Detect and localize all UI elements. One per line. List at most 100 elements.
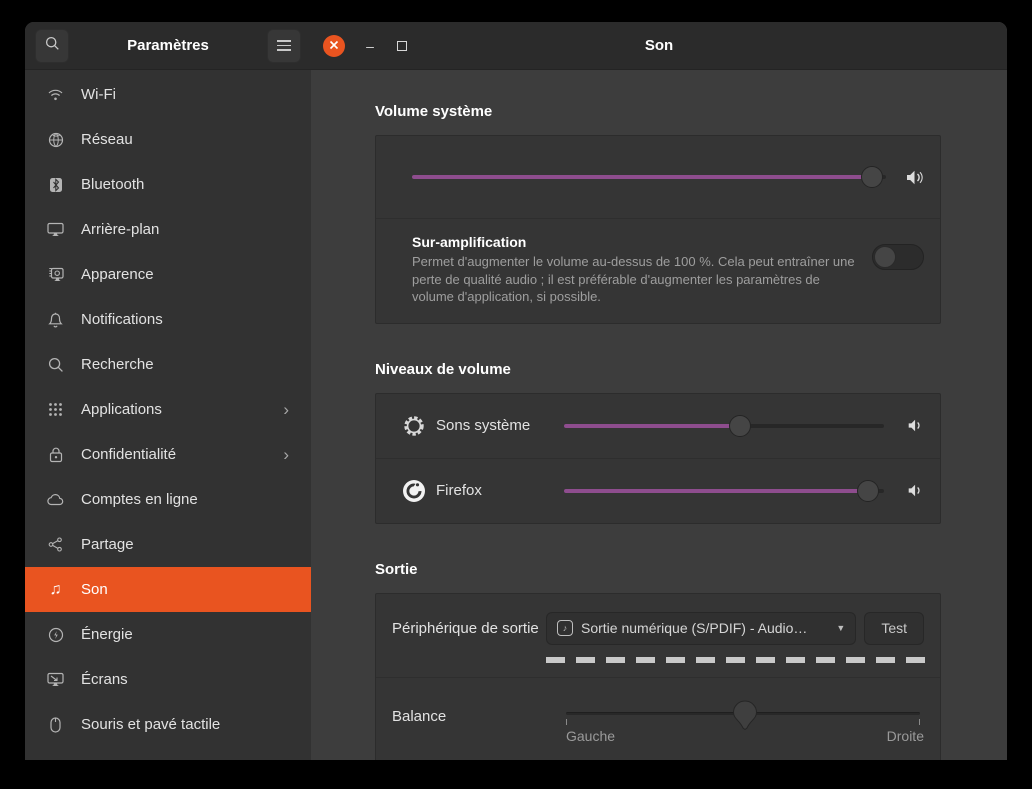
sidebar-item-label: Énergie [81, 626, 133, 643]
energy-icon [47, 626, 64, 643]
sidebar-item-label: Confidentialité [81, 446, 177, 463]
sidebar-item-label: Bluetooth [81, 176, 145, 193]
output-device-value: Sortie numérique (S/PDIF) - Audio… [581, 620, 808, 637]
sidebar-item-power[interactable]: Énergie [25, 612, 311, 657]
close-button[interactable] [323, 34, 345, 57]
test-speakers-button[interactable]: Test [864, 611, 924, 645]
volume-system-card: Sur-amplification Permet d'augmenter le … [375, 135, 941, 324]
output-device-row: Périphérique de sortie ♪ Sortie numériqu… [376, 594, 940, 653]
firefox-slider[interactable] [564, 479, 884, 502]
balance-right-label: Droite [886, 727, 924, 744]
sidebar-item-appearance[interactable]: Apparence [25, 252, 311, 297]
maximize-icon [397, 40, 407, 51]
system-sounds-slider[interactable] [564, 414, 884, 437]
section-heading-volume-system: Volume système [375, 103, 493, 120]
sidebar-item-label: Réseau [81, 131, 133, 148]
appearance-icon [47, 266, 64, 283]
magnifier-icon [47, 356, 64, 373]
output-level-meter [546, 656, 926, 663]
search-button[interactable] [35, 28, 69, 63]
sidebar-item-search[interactable]: Recherche [25, 342, 311, 387]
globe-icon [47, 131, 64, 148]
sidebar-item-label: Écrans [81, 671, 128, 688]
sidebar-item-label: Arrière-plan [81, 221, 160, 238]
menu-button[interactable] [266, 28, 301, 63]
sidebar-item-label: Wi-Fi [81, 86, 116, 103]
system-sounds-handle[interactable] [729, 414, 751, 437]
level-label: Sons système [436, 417, 531, 435]
bluetooth-icon [47, 176, 64, 193]
settings-window: Paramètres Wi-Fi Réseau Bluetooth Arrièr… [25, 22, 1007, 760]
grid-icon [47, 401, 64, 418]
share-icon [47, 536, 64, 553]
sidebar-item-sharing[interactable]: Partage [25, 522, 311, 567]
sidebar-item-privacy[interactable]: Confidentialité › [25, 432, 311, 477]
sidebar-item-mouse[interactable]: Souris et pavé tactile [25, 702, 311, 747]
content-pane: – Son Volume système Sur-amplification P… [311, 22, 1007, 760]
page-title: Son [644, 37, 674, 54]
sidebar-item-background[interactable]: Arrière-plan [25, 207, 311, 252]
sidebar-item-wifi[interactable]: Wi-Fi [25, 72, 311, 117]
app-title: Paramètres [127, 37, 209, 54]
overamplification-row: Sur-amplification Permet d'augmenter le … [376, 219, 940, 323]
system-volume-row [376, 136, 940, 218]
music-note-icon: ♫ [49, 580, 62, 598]
titlebar: – Son [311, 22, 1007, 70]
sidebar-item-label: Partage [81, 536, 134, 553]
output-device-dropdown[interactable]: ♪ Sortie numérique (S/PDIF) - Audio… ▼ [546, 611, 857, 645]
balance-tick-right [919, 718, 920, 725]
system-volume-slider[interactable] [412, 166, 886, 188]
sidebar-item-bluetooth[interactable]: Bluetooth [25, 162, 311, 207]
system-volume-handle[interactable] [860, 166, 883, 188]
level-row-firefox: Firefox [376, 459, 940, 523]
sidebar-item-label: Applications [81, 401, 162, 418]
maximize-button[interactable] [395, 38, 409, 54]
balance-row: Balance Gauche Droite [376, 678, 940, 760]
sidebar-item-displays[interactable]: Écrans [25, 657, 311, 702]
sidebar-item-label: Comptes en ligne [81, 491, 198, 508]
wifi-icon [47, 86, 64, 103]
bell-icon [47, 311, 64, 328]
minimize-button[interactable]: – [363, 38, 377, 54]
level-label: Firefox [436, 482, 482, 500]
sidebar-item-applications[interactable]: Applications › [25, 387, 311, 432]
monitor-icon [47, 221, 64, 238]
firefox-handle[interactable] [857, 479, 879, 502]
toggle-knob [874, 246, 896, 268]
system-volume-fill [412, 166, 883, 188]
section-heading-output: Sortie [375, 560, 418, 578]
balance-tick-left [566, 718, 567, 725]
mouse-icon [47, 716, 64, 733]
output-device-label: Périphérique de sortie [392, 619, 539, 637]
level-row-system-sounds: Sons système [376, 394, 940, 458]
sidebar-item-label: Notifications [81, 311, 163, 328]
sidebar-list: Wi-Fi Réseau Bluetooth Arrière-plan Appa… [25, 70, 311, 760]
volume-speaker-icon[interactable] [904, 483, 926, 498]
overamplification-description: Permet d'augmenter le volume au-dessus d… [412, 254, 855, 305]
sidebar-item-label: Apparence [81, 266, 154, 283]
sidebar-header: Paramètres [25, 22, 311, 70]
balance-slider[interactable]: Gauche Droite [566, 692, 924, 750]
hamburger-icon [276, 40, 291, 51]
balance-label: Balance [392, 707, 447, 725]
overamplification-toggle[interactable] [872, 244, 924, 270]
cloud-icon [47, 491, 64, 508]
firefox-icon [402, 479, 426, 503]
sidebar-item-online-accounts[interactable]: Comptes en ligne [25, 477, 311, 522]
lock-icon [47, 446, 64, 463]
close-icon [329, 39, 339, 53]
sidebar-item-notifications[interactable]: Notifications [25, 297, 311, 342]
overamplification-title: Sur-amplification [412, 234, 527, 250]
sidebar-item-label: Recherche [81, 356, 154, 373]
search-icon [45, 36, 60, 55]
gear-icon [402, 414, 426, 438]
volume-levels-card: Sons système Firefox [375, 392, 941, 524]
balance-left-label: Gauche [566, 727, 616, 744]
sidebar-item-network[interactable]: Réseau [25, 117, 311, 162]
volume-speaker-icon[interactable] [904, 169, 926, 186]
chevron-right-icon: › [283, 444, 289, 464]
sidebar: Paramètres Wi-Fi Réseau Bluetooth Arrièr… [25, 22, 311, 760]
main-scroll-area[interactable]: Volume système Sur-amplification Permet … [311, 70, 1007, 760]
sidebar-item-sound[interactable]: ♫ Son [25, 567, 311, 612]
volume-speaker-icon[interactable] [904, 418, 926, 433]
